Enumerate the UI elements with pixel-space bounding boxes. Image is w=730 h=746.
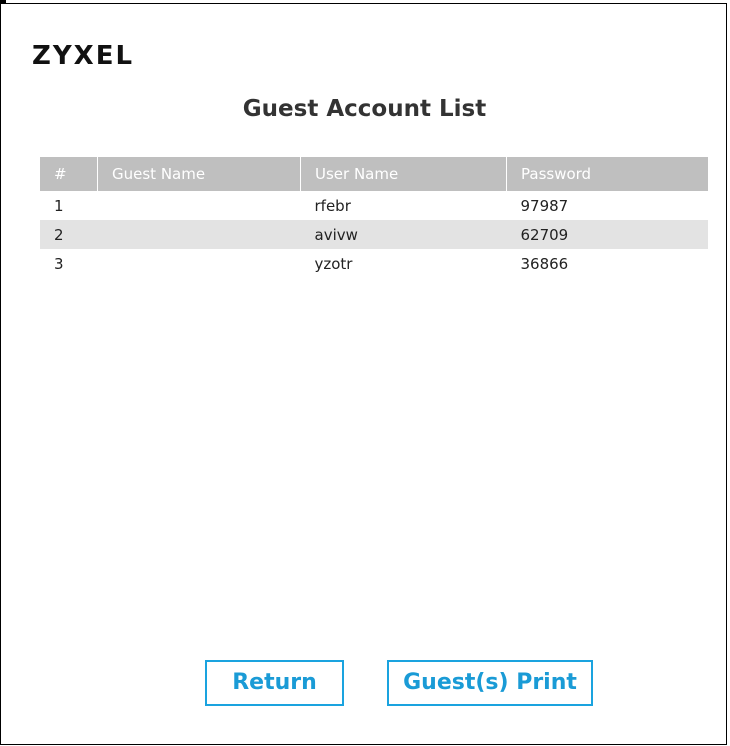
table-row: 2 avivw 62709 (40, 220, 708, 249)
cell-user-name: yzotr (314, 254, 353, 273)
table-row: 1 rfebr 97987 (40, 191, 708, 220)
return-button[interactable]: Return (205, 660, 344, 706)
cell-guest-name (98, 191, 301, 220)
cell-user-name: avivw (300, 220, 507, 249)
column-header-guest-name: Guest Name (97, 157, 301, 191)
guest-account-table: # Guest Name User Name Password 1 rfebr … (40, 157, 708, 278)
cell-password: 62709 (506, 220, 708, 249)
column-header-number: # (40, 157, 98, 191)
cell-password: 36866 (520, 254, 569, 273)
guests-print-button[interactable]: Guest(s) Print (387, 660, 593, 706)
page-title: Guest Account List (242, 96, 487, 122)
page-frame: ZYXEL Guest Account List # Guest Name Us… (0, 3, 727, 745)
table-header-row: # Guest Name User Name Password (40, 157, 708, 191)
table-row: 3 yzotr 36866 (40, 249, 708, 278)
zyxel-logo: ZYXEL (32, 41, 135, 71)
column-header-password: Password (506, 157, 708, 191)
cell-user-name: rfebr (314, 196, 351, 215)
cell-guest-name (97, 220, 301, 249)
cell-password: 97987 (520, 196, 569, 215)
column-header-user-name: User Name (300, 157, 507, 191)
cell-number: 2 (40, 220, 98, 249)
cell-guest-name (98, 249, 301, 278)
cell-number: 1 (54, 196, 64, 215)
cell-number: 3 (54, 254, 64, 273)
